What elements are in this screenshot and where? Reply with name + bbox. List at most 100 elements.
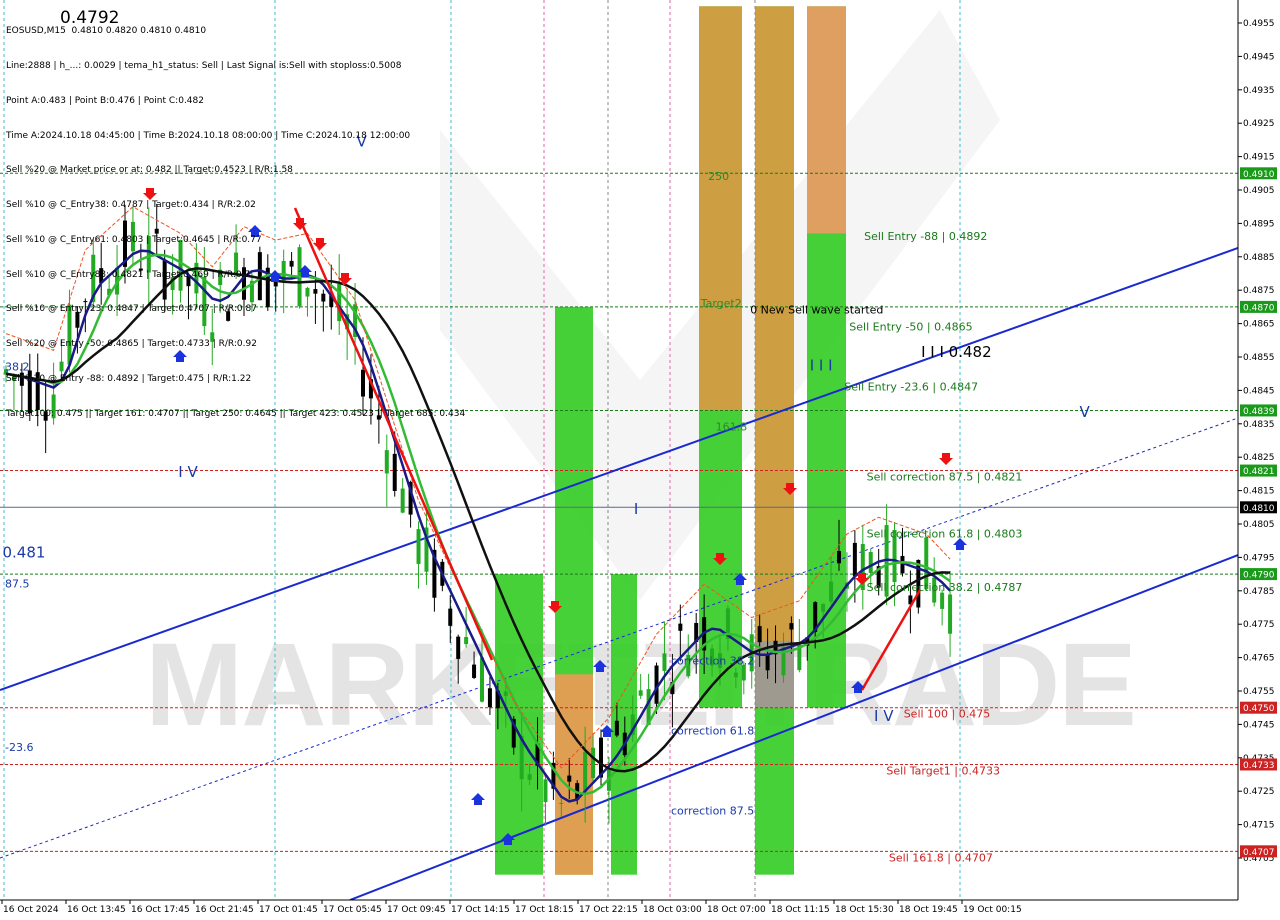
- chart-annotation: Sell Entry -88 | 0.4892: [864, 230, 987, 243]
- candle-body: [733, 672, 738, 678]
- info-line: Line:2888 | h_...: 0.0029 | tema_h1_stat…: [6, 60, 402, 71]
- y-tick-label: 0.4935: [1243, 86, 1275, 96]
- chart-annotation: I I I 0.482: [921, 343, 992, 361]
- info-line: Sell %10 @ C_Entry61: 0.4803 | Target:0.…: [6, 234, 262, 245]
- x-tick-label: 17 Oct 14:15: [451, 905, 510, 915]
- y-tick-label: 0.4775: [1243, 620, 1275, 630]
- candle-body: [583, 751, 588, 792]
- candle-body: [852, 542, 857, 577]
- candle-body: [400, 488, 405, 513]
- y-tick-label: 0.4895: [1243, 219, 1275, 229]
- candle-body: [757, 626, 762, 643]
- price-badge-label: 0.4810: [1243, 504, 1275, 514]
- x-tick-label: 18 Oct 03:00: [643, 905, 702, 915]
- y-tick-label: 0.4915: [1243, 153, 1275, 163]
- y-tick-label: 0.4715: [1243, 821, 1275, 831]
- chart-annotation: 0.481: [3, 543, 46, 561]
- chart-annotation: Sell correction 38.2 | 0.4787: [867, 581, 1023, 594]
- candle-body: [416, 529, 421, 564]
- x-tick-label: 18 Oct 19:45: [899, 905, 958, 915]
- price-badge-label: 0.4910: [1243, 170, 1275, 180]
- price-badge-label: 0.4821: [1243, 467, 1275, 477]
- candle-body: [662, 653, 667, 671]
- chart-annotation: I V: [178, 463, 198, 481]
- info-line: Point A:0.483 | Point B:0.476 | Point C:…: [6, 95, 204, 106]
- chart-annotation: correction 38.2: [671, 654, 754, 667]
- candle-body: [765, 654, 770, 671]
- info-line: Target100: 0.475 || Target 161: 0.4707 |…: [6, 408, 466, 419]
- y-tick-label: 0.4955: [1243, 19, 1275, 29]
- candle-body: [567, 775, 572, 782]
- chart-annotation: Sell Target1 | 0.4733: [886, 765, 1000, 778]
- watermark-text: MARKETZITRADE: [145, 619, 1135, 751]
- info-line: Sell %10 @ C_Entry88: 0.4821 | Target:0.…: [6, 269, 251, 280]
- x-tick-label: 16 Oct 17:45: [131, 905, 190, 915]
- candle-body: [821, 603, 826, 612]
- candle-body: [829, 581, 834, 602]
- chart-annotation: correction 87.5: [671, 805, 754, 818]
- zone-band: [495, 574, 543, 875]
- zone-band: [699, 6, 742, 411]
- x-tick-label: 18 Oct 07:00: [707, 905, 766, 915]
- chart-annotation: I I I: [810, 356, 833, 374]
- chart-annotation: I: [634, 500, 638, 518]
- info-line: Sell %20 @ Entry -50: 0.4865 | Target:0.…: [6, 339, 257, 350]
- y-tick-label: 0.4755: [1243, 687, 1275, 697]
- chart-annotation: Sell 100 | 0.475: [904, 708, 991, 721]
- x-tick-label: 17 Oct 18:15: [515, 905, 574, 915]
- candle-body: [868, 551, 873, 573]
- x-tick-label: 19 Oct 00:15: [963, 905, 1022, 915]
- x-tick-label: 16 Oct 21:45: [195, 905, 254, 915]
- chart-annotation: Sell Entry -50 | 0.4865: [849, 320, 972, 333]
- y-tick-label: 0.4855: [1243, 353, 1275, 363]
- big-price: 0.4792: [60, 8, 120, 28]
- y-tick-label: 0.4785: [1243, 587, 1275, 597]
- price-badge-label: 0.4733: [1243, 761, 1275, 771]
- candle-body: [614, 720, 619, 736]
- y-tick-label: 0.4815: [1243, 487, 1275, 497]
- candle-body: [559, 802, 564, 804]
- price-badge-label: 0.4707: [1243, 848, 1275, 858]
- candle-body: [789, 623, 794, 630]
- candle-body: [638, 690, 643, 696]
- chart-annotation: Sell correction 61.8 | 0.4803: [867, 527, 1023, 540]
- candle-body: [384, 450, 389, 474]
- y-tick-label: 0.4905: [1243, 186, 1275, 196]
- price-badge-label: 0.4750: [1243, 704, 1275, 714]
- y-tick-label: 0.4925: [1243, 119, 1275, 129]
- chart-annotation: 87.5: [5, 578, 30, 591]
- zone-band: [555, 674, 593, 875]
- info-line: Sell %10 @ C_Entry38: 0.4787 | Target:0.…: [6, 200, 256, 211]
- y-tick-label: 0.4825: [1243, 453, 1275, 463]
- chart-annotation: Target2: [700, 297, 742, 310]
- zone-band: [807, 6, 846, 234]
- candle-body: [591, 747, 596, 779]
- chart-annotation: correction 61.8: [671, 724, 754, 737]
- candle-body: [392, 453, 397, 491]
- chart-annotation: I V: [874, 707, 894, 725]
- chart-annotation: 161.8: [716, 421, 748, 434]
- x-tick-label: 17 Oct 09:45: [387, 905, 446, 915]
- price-badge-label: 0.4790: [1243, 571, 1275, 581]
- x-tick-label: 16 Oct 2024: [3, 905, 59, 915]
- info-line: Sell %20 @ Market price or at: 0.482 || …: [6, 165, 293, 176]
- info-line: Sell %20 @ Entry -88: 0.4892 | Target:0.…: [6, 374, 252, 384]
- chart-annotation: Sell correction 87.5 | 0.4821: [867, 471, 1023, 484]
- chart-annotation: 250: [708, 170, 729, 183]
- info-line: Time A:2024.10.18 04:45:00 | Time B:2024…: [6, 130, 411, 141]
- y-tick-label: 0.4875: [1243, 286, 1275, 296]
- chart-annotation: 0 New Sell wave started: [750, 304, 883, 317]
- candle-body: [837, 550, 841, 564]
- zone-band: [755, 6, 794, 708]
- candle-body: [487, 688, 492, 708]
- candle-body: [527, 774, 532, 780]
- chart-annotation: V: [1080, 403, 1091, 421]
- y-tick-label: 0.4885: [1243, 253, 1275, 263]
- x-tick-label: 18 Oct 11:15: [771, 905, 830, 915]
- candle-body: [940, 592, 945, 609]
- y-tick-label: 0.4845: [1243, 386, 1275, 396]
- y-tick-label: 0.4805: [1243, 520, 1275, 530]
- x-tick-label: 16 Oct 13:45: [67, 905, 126, 915]
- y-tick-label: 0.4725: [1243, 787, 1275, 797]
- info-line: Sell %10 @ Entry -23: 0.4847 | Target:0.…: [6, 304, 257, 315]
